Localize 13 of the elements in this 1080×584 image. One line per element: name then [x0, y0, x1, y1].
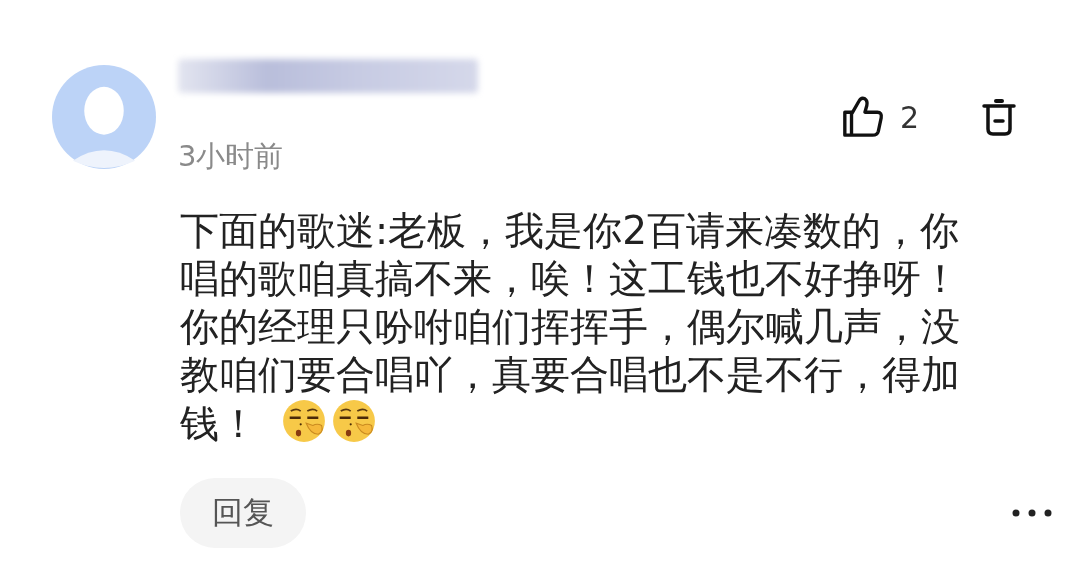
comment-line: 唱的歌咱真搞不来，唉！这工钱也不好挣呀！	[180, 256, 960, 301]
comment-line: 教咱们要合唱吖，真要合唱也不是不行，得加	[180, 352, 960, 397]
comment-time: 3小时前	[178, 138, 285, 175]
comment-line: 你的经理只吩咐咱们挥挥手，偶尔喊几声，没	[180, 304, 960, 349]
face-icon	[282, 399, 326, 443]
comment-line: 钱！	[180, 401, 258, 446]
like-button[interactable]: 2	[841, 95, 920, 139]
more-icon[interactable]	[1012, 509, 1052, 517]
comment-line: 下面的歌迷:老板，我是你2百请来凑数的，你	[180, 208, 959, 253]
thumbs-up-icon	[841, 95, 885, 139]
reply-button[interactable]: 回复	[180, 478, 306, 548]
face-icon	[332, 399, 376, 443]
delete-icon[interactable]	[981, 97, 1018, 137]
